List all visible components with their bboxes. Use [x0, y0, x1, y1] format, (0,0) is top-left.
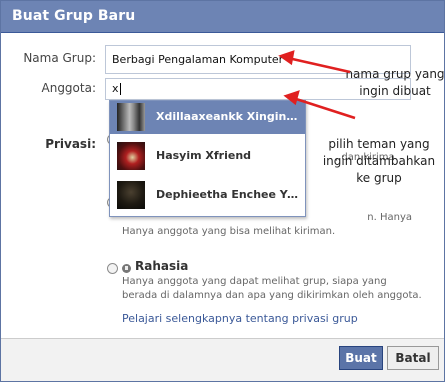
- privacy-learn-more-link[interactable]: Pelajari selengkapnya tentang privasi gr…: [122, 312, 358, 325]
- dialog-titlebar: Buat Grup Baru: [1, 1, 444, 33]
- privacy-secret-desc: Hanya anggota yang dapat melihat grup, s…: [122, 276, 422, 301]
- annotation-group-name: nama grup yang ingin dibuat: [345, 67, 445, 98]
- members-label: Anggota:: [41, 81, 97, 95]
- members-input-value: x: [112, 82, 119, 95]
- annotation-members: pilih teman yang ingin ditambahkan ke gr…: [322, 137, 436, 185]
- suggestion-item[interactable]: Hasyim Xfriend: [110, 140, 305, 173]
- lock-icon: [122, 264, 131, 273]
- privacy-secret-title: Rahasia: [135, 259, 189, 273]
- member-suggestions-dropdown: Xdillaaxeankk Xingindt... Hasyim Xfriend…: [109, 100, 306, 217]
- suggestion-item[interactable]: Xdillaaxeankk Xingindt...: [110, 101, 305, 134]
- privacy-closed-desc-line2: Hanya anggota yang bisa melihat kiriman.: [122, 226, 336, 237]
- suggestion-name: Dephieetha Enchee Yur...: [156, 188, 301, 201]
- suggestion-item[interactable]: Dephieetha Enchee Yur...: [110, 179, 305, 212]
- text-cursor: [119, 83, 121, 95]
- create-group-dialog: Buat Grup Baru Nama Grup: Berbagi Pengal…: [0, 0, 445, 382]
- group-name-label: Nama Grup:: [23, 51, 96, 65]
- cancel-button[interactable]: Batal: [387, 346, 439, 370]
- create-button[interactable]: Buat: [339, 346, 383, 370]
- privacy-label: Privasi:: [45, 137, 96, 151]
- suggestion-name: Xdillaaxeankk Xingindt...: [156, 110, 301, 123]
- suggestion-name: Hasyim Xfriend: [156, 149, 252, 162]
- avatar: [117, 181, 145, 209]
- dialog-title: Buat Grup Baru: [12, 8, 136, 24]
- avatar: [117, 103, 145, 131]
- avatar: [117, 142, 145, 170]
- privacy-radio-secret[interactable]: [107, 263, 118, 274]
